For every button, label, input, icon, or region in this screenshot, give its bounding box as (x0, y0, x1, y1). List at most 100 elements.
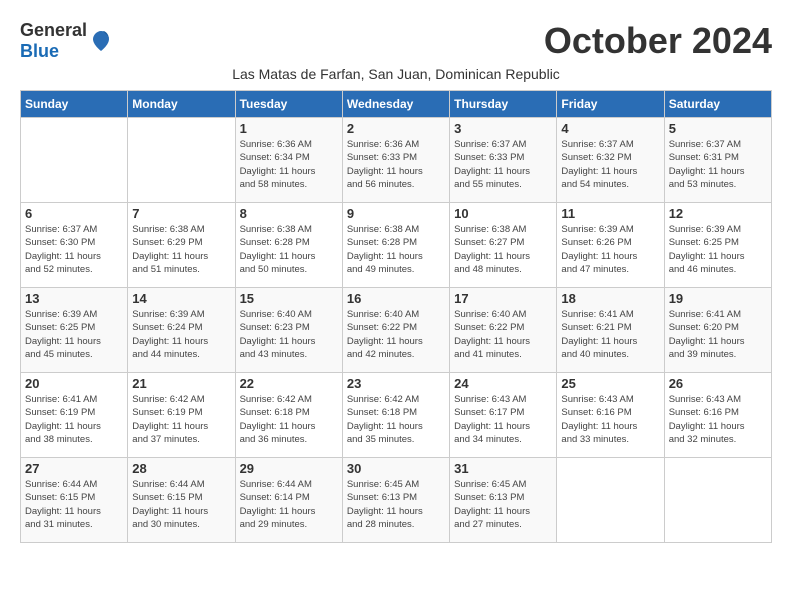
day-number: 30 (347, 461, 445, 476)
day-info: Sunrise: 6:43 AM Sunset: 6:16 PM Dayligh… (561, 393, 659, 446)
day-number: 2 (347, 121, 445, 136)
header-saturday: Saturday (664, 91, 771, 118)
calendar-cell: 10 Sunrise: 6:38 AM Sunset: 6:27 PM Dayli… (450, 203, 557, 288)
day-number: 11 (561, 206, 659, 221)
logo: General Blue (20, 20, 113, 62)
day-number: 9 (347, 206, 445, 221)
day-info: Sunrise: 6:41 AM Sunset: 6:19 PM Dayligh… (25, 393, 123, 446)
day-info: Sunrise: 6:43 AM Sunset: 6:17 PM Dayligh… (454, 393, 552, 446)
header-sunday: Sunday (21, 91, 128, 118)
day-info: Sunrise: 6:37 AM Sunset: 6:33 PM Dayligh… (454, 138, 552, 191)
day-info: Sunrise: 6:43 AM Sunset: 6:16 PM Dayligh… (669, 393, 767, 446)
header-tuesday: Tuesday (235, 91, 342, 118)
header-monday: Monday (128, 91, 235, 118)
day-number: 12 (669, 206, 767, 221)
day-number: 15 (240, 291, 338, 306)
day-number: 19 (669, 291, 767, 306)
day-number: 7 (132, 206, 230, 221)
calendar-cell: 15 Sunrise: 6:40 AM Sunset: 6:23 PM Dayli… (235, 288, 342, 373)
calendar-cell: 31Sunrise: 6:45 AM Sunset: 6:13 PM Dayli… (450, 458, 557, 543)
calendar-cell (557, 458, 664, 543)
day-number: 25 (561, 376, 659, 391)
day-number: 22 (240, 376, 338, 391)
header-friday: Friday (557, 91, 664, 118)
header-wednesday: Wednesday (342, 91, 449, 118)
page-header: General Blue October 2024 (20, 20, 772, 62)
day-number: 8 (240, 206, 338, 221)
day-number: 10 (454, 206, 552, 221)
calendar-cell (664, 458, 771, 543)
day-number: 3 (454, 121, 552, 136)
day-info: Sunrise: 6:44 AM Sunset: 6:15 PM Dayligh… (132, 478, 230, 531)
calendar-cell: 11 Sunrise: 6:39 AM Sunset: 6:26 PM Dayli… (557, 203, 664, 288)
day-info: Sunrise: 6:40 AM Sunset: 6:22 PM Dayligh… (347, 308, 445, 361)
day-info: Sunrise: 6:38 AM Sunset: 6:27 PM Dayligh… (454, 223, 552, 276)
calendar-cell: 24Sunrise: 6:43 AM Sunset: 6:17 PM Dayli… (450, 373, 557, 458)
calendar-cell: 4Sunrise: 6:37 AM Sunset: 6:32 PM Daylig… (557, 118, 664, 203)
calendar-cell: 9 Sunrise: 6:38 AM Sunset: 6:28 PM Daylig… (342, 203, 449, 288)
logo-icon (89, 29, 113, 53)
calendar-cell: 14 Sunrise: 6:39 AM Sunset: 6:24 PM Dayli… (128, 288, 235, 373)
day-info: Sunrise: 6:39 AM Sunset: 6:26 PM Dayligh… (561, 223, 659, 276)
day-info: Sunrise: 6:39 AM Sunset: 6:25 PM Dayligh… (669, 223, 767, 276)
calendar-cell: 19Sunrise: 6:41 AM Sunset: 6:20 PM Dayli… (664, 288, 771, 373)
calendar-cell: 17 Sunrise: 6:40 AM Sunset: 6:22 PM Dayli… (450, 288, 557, 373)
day-number: 18 (561, 291, 659, 306)
day-number: 20 (25, 376, 123, 391)
day-info: Sunrise: 6:40 AM Sunset: 6:22 PM Dayligh… (454, 308, 552, 361)
day-number: 26 (669, 376, 767, 391)
calendar-cell: 12 Sunrise: 6:39 AM Sunset: 6:25 PM Dayli… (664, 203, 771, 288)
calendar-table: Sunday Monday Tuesday Wednesday Thursday… (20, 90, 772, 543)
calendar-cell: 18 Sunrise: 6:41 AM Sunset: 6:21 PM Dayli… (557, 288, 664, 373)
day-info: Sunrise: 6:37 AM Sunset: 6:30 PM Dayligh… (25, 223, 123, 276)
day-info: Sunrise: 6:38 AM Sunset: 6:29 PM Dayligh… (132, 223, 230, 276)
calendar-cell: 27 Sunrise: 6:44 AM Sunset: 6:15 PM Dayli… (21, 458, 128, 543)
logo-blue: Blue (20, 41, 59, 61)
calendar-cell: 28Sunrise: 6:44 AM Sunset: 6:15 PM Dayli… (128, 458, 235, 543)
day-info: Sunrise: 6:36 AM Sunset: 6:33 PM Dayligh… (347, 138, 445, 191)
calendar-cell: 3 Sunrise: 6:37 AM Sunset: 6:33 PM Daylig… (450, 118, 557, 203)
day-info: Sunrise: 6:42 AM Sunset: 6:19 PM Dayligh… (132, 393, 230, 446)
calendar-cell: 7 Sunrise: 6:38 AM Sunset: 6:29 PM Daylig… (128, 203, 235, 288)
calendar-cell: 2 Sunrise: 6:36 AM Sunset: 6:33 PM Daylig… (342, 118, 449, 203)
day-info: Sunrise: 6:39 AM Sunset: 6:25 PM Dayligh… (25, 308, 123, 361)
day-number: 5 (669, 121, 767, 136)
day-info: Sunrise: 6:38 AM Sunset: 6:28 PM Dayligh… (240, 223, 338, 276)
calendar-cell: 5 Sunrise: 6:37 AM Sunset: 6:31 PM Daylig… (664, 118, 771, 203)
day-info: Sunrise: 6:38 AM Sunset: 6:28 PM Dayligh… (347, 223, 445, 276)
day-number: 29 (240, 461, 338, 476)
day-number: 6 (25, 206, 123, 221)
day-number: 13 (25, 291, 123, 306)
week-row-5: 27 Sunrise: 6:44 AM Sunset: 6:15 PM Dayli… (21, 458, 772, 543)
calendar-cell: 16Sunrise: 6:40 AM Sunset: 6:22 PM Dayli… (342, 288, 449, 373)
day-number: 27 (25, 461, 123, 476)
week-row-2: 6 Sunrise: 6:37 AM Sunset: 6:30 PM Daylig… (21, 203, 772, 288)
calendar-cell: 29 Sunrise: 6:44 AM Sunset: 6:14 PM Dayli… (235, 458, 342, 543)
calendar-cell: 23 Sunrise: 6:42 AM Sunset: 6:18 PM Dayli… (342, 373, 449, 458)
calendar-cell: 22Sunrise: 6:42 AM Sunset: 6:18 PM Dayli… (235, 373, 342, 458)
week-row-4: 20 Sunrise: 6:41 AM Sunset: 6:19 PM Dayli… (21, 373, 772, 458)
calendar-cell: 25 Sunrise: 6:43 AM Sunset: 6:16 PM Dayli… (557, 373, 664, 458)
subtitle: Las Matas de Farfan, San Juan, Dominican… (20, 66, 772, 82)
day-info: Sunrise: 6:40 AM Sunset: 6:23 PM Dayligh… (240, 308, 338, 361)
header-thursday: Thursday (450, 91, 557, 118)
day-info: Sunrise: 6:44 AM Sunset: 6:14 PM Dayligh… (240, 478, 338, 531)
day-info: Sunrise: 6:42 AM Sunset: 6:18 PM Dayligh… (347, 393, 445, 446)
calendar-cell: 8 Sunrise: 6:38 AM Sunset: 6:28 PM Daylig… (235, 203, 342, 288)
day-number: 31 (454, 461, 552, 476)
days-header-row: Sunday Monday Tuesday Wednesday Thursday… (21, 91, 772, 118)
day-number: 14 (132, 291, 230, 306)
day-number: 23 (347, 376, 445, 391)
week-row-3: 13 Sunrise: 6:39 AM Sunset: 6:25 PM Dayli… (21, 288, 772, 373)
day-info: Sunrise: 6:39 AM Sunset: 6:24 PM Dayligh… (132, 308, 230, 361)
day-number: 17 (454, 291, 552, 306)
day-info: Sunrise: 6:37 AM Sunset: 6:31 PM Dayligh… (669, 138, 767, 191)
day-info: Sunrise: 6:41 AM Sunset: 6:21 PM Dayligh… (561, 308, 659, 361)
calendar-cell: 30Sunrise: 6:45 AM Sunset: 6:13 PM Dayli… (342, 458, 449, 543)
day-number: 21 (132, 376, 230, 391)
calendar-cell: 13 Sunrise: 6:39 AM Sunset: 6:25 PM Dayli… (21, 288, 128, 373)
calendar-cell: 6 Sunrise: 6:37 AM Sunset: 6:30 PM Daylig… (21, 203, 128, 288)
day-info: Sunrise: 6:44 AM Sunset: 6:15 PM Dayligh… (25, 478, 123, 531)
logo-general: General (20, 20, 87, 40)
calendar-cell: 26 Sunrise: 6:43 AM Sunset: 6:16 PM Dayli… (664, 373, 771, 458)
